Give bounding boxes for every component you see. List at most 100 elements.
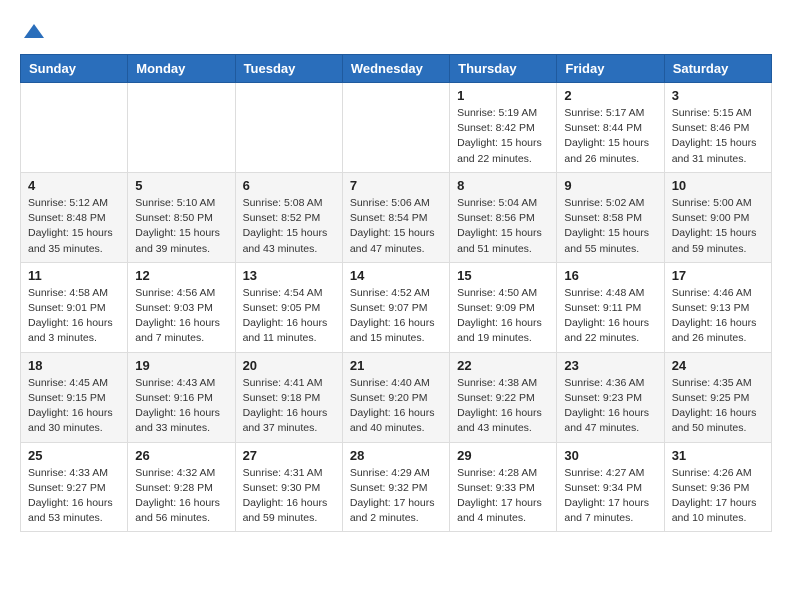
day-cell: 18 Sunrise: 4:45 AM Sunset: 9:15 PM Dayli… <box>21 352 128 442</box>
day-info: Sunrise: 5:15 AM Sunset: 8:46 PM Dayligh… <box>672 106 764 167</box>
day-cell: 21 Sunrise: 4:40 AM Sunset: 9:20 PM Dayli… <box>342 352 449 442</box>
day-cell: 3 Sunrise: 5:15 AM Sunset: 8:46 PM Daylig… <box>664 83 771 173</box>
day-number: 15 <box>457 268 549 283</box>
day-cell: 14 Sunrise: 4:52 AM Sunset: 9:07 PM Dayli… <box>342 262 449 352</box>
day-number: 13 <box>243 268 335 283</box>
day-cell: 31 Sunrise: 4:26 AM Sunset: 9:36 PM Dayli… <box>664 442 771 532</box>
day-cell: 27Sunrise: 4:31 AM Sunset: 9:30 PM Dayli… <box>235 442 342 532</box>
day-info: Sunrise: 4:46 AM Sunset: 9:13 PM Dayligh… <box>672 286 764 347</box>
day-cell: 5 Sunrise: 5:10 AM Sunset: 8:50 PM Daylig… <box>128 172 235 262</box>
day-info: Sunrise: 4:43 AM Sunset: 9:16 PM Dayligh… <box>135 376 227 437</box>
day-cell: 17 Sunrise: 4:46 AM Sunset: 9:13 PM Dayli… <box>664 262 771 352</box>
day-info: Sunrise: 4:56 AM Sunset: 9:03 PM Dayligh… <box>135 286 227 347</box>
day-number: 19 <box>135 358 227 373</box>
day-cell: 6 Sunrise: 5:08 AM Sunset: 8:52 PM Daylig… <box>235 172 342 262</box>
day-info: Sunrise: 4:45 AM Sunset: 9:15 PM Dayligh… <box>28 376 120 437</box>
day-number: 30 <box>564 448 656 463</box>
weekday-header-sunday: Sunday <box>21 55 128 83</box>
day-number: 6 <box>243 178 335 193</box>
logo-icon <box>22 20 46 44</box>
day-info: Sunrise: 4:28 AM Sunset: 9:33 PM Dayligh… <box>457 466 549 527</box>
day-info: Sunrise: 4:41 AM Sunset: 9:18 PM Dayligh… <box>243 376 335 437</box>
day-cell: 9Sunrise: 5:02 AM Sunset: 8:58 PM Daylig… <box>557 172 664 262</box>
day-info: Sunrise: 4:58 AM Sunset: 9:01 PM Dayligh… <box>28 286 120 347</box>
day-number: 31 <box>672 448 764 463</box>
day-cell <box>128 83 235 173</box>
day-cell: 19 Sunrise: 4:43 AM Sunset: 9:16 PM Dayli… <box>128 352 235 442</box>
week-row-2: 4Sunrise: 5:12 AM Sunset: 8:48 PM Daylig… <box>21 172 772 262</box>
day-number: 5 <box>135 178 227 193</box>
week-row-5: 25Sunrise: 4:33 AM Sunset: 9:27 PM Dayli… <box>21 442 772 532</box>
day-number: 28 <box>350 448 442 463</box>
day-number: 14 <box>350 268 442 283</box>
day-cell: 2Sunrise: 5:17 AM Sunset: 8:44 PM Daylig… <box>557 83 664 173</box>
day-cell: 25Sunrise: 4:33 AM Sunset: 9:27 PM Dayli… <box>21 442 128 532</box>
day-number: 23 <box>564 358 656 373</box>
day-info: Sunrise: 4:40 AM Sunset: 9:20 PM Dayligh… <box>350 376 442 437</box>
calendar-table: SundayMondayTuesdayWednesdayThursdayFrid… <box>20 54 772 532</box>
day-cell: 4Sunrise: 5:12 AM Sunset: 8:48 PM Daylig… <box>21 172 128 262</box>
day-info: Sunrise: 4:54 AM Sunset: 9:05 PM Dayligh… <box>243 286 335 347</box>
weekday-header-saturday: Saturday <box>664 55 771 83</box>
day-cell: 26 Sunrise: 4:32 AM Sunset: 9:28 PM Dayli… <box>128 442 235 532</box>
day-info: Sunrise: 4:29 AM Sunset: 9:32 PM Dayligh… <box>350 466 442 527</box>
day-number: 7 <box>350 178 442 193</box>
day-number: 26 <box>135 448 227 463</box>
day-number: 20 <box>243 358 335 373</box>
day-number: 21 <box>350 358 442 373</box>
day-cell: 23 Sunrise: 4:36 AM Sunset: 9:23 PM Dayli… <box>557 352 664 442</box>
week-row-4: 18 Sunrise: 4:45 AM Sunset: 9:15 PM Dayli… <box>21 352 772 442</box>
weekday-header-monday: Monday <box>128 55 235 83</box>
day-cell <box>342 83 449 173</box>
day-number: 9 <box>564 178 656 193</box>
day-number: 1 <box>457 88 549 103</box>
day-number: 10 <box>672 178 764 193</box>
day-cell: 24Sunrise: 4:35 AM Sunset: 9:25 PM Dayli… <box>664 352 771 442</box>
day-cell: 15Sunrise: 4:50 AM Sunset: 9:09 PM Dayli… <box>450 262 557 352</box>
day-info: Sunrise: 5:12 AM Sunset: 8:48 PM Dayligh… <box>28 196 120 257</box>
day-info: Sunrise: 5:10 AM Sunset: 8:50 PM Dayligh… <box>135 196 227 257</box>
day-info: Sunrise: 5:00 AM Sunset: 9:00 PM Dayligh… <box>672 196 764 257</box>
weekday-header-tuesday: Tuesday <box>235 55 342 83</box>
day-cell: 8Sunrise: 5:04 AM Sunset: 8:56 PM Daylig… <box>450 172 557 262</box>
day-info: Sunrise: 4:33 AM Sunset: 9:27 PM Dayligh… <box>28 466 120 527</box>
day-cell: 12 Sunrise: 4:56 AM Sunset: 9:03 PM Dayli… <box>128 262 235 352</box>
day-cell: 16 Sunrise: 4:48 AM Sunset: 9:11 PM Dayli… <box>557 262 664 352</box>
day-cell: 7 Sunrise: 5:06 AM Sunset: 8:54 PM Daylig… <box>342 172 449 262</box>
weekday-header-row: SundayMondayTuesdayWednesdayThursdayFrid… <box>21 55 772 83</box>
day-number: 8 <box>457 178 549 193</box>
day-info: Sunrise: 4:38 AM Sunset: 9:22 PM Dayligh… <box>457 376 549 437</box>
day-cell: 10 Sunrise: 5:00 AM Sunset: 9:00 PM Dayli… <box>664 172 771 262</box>
day-info: Sunrise: 4:32 AM Sunset: 9:28 PM Dayligh… <box>135 466 227 527</box>
day-number: 18 <box>28 358 120 373</box>
day-info: Sunrise: 4:35 AM Sunset: 9:25 PM Dayligh… <box>672 376 764 437</box>
logo <box>20 20 46 44</box>
day-cell: 11 Sunrise: 4:58 AM Sunset: 9:01 PM Dayli… <box>21 262 128 352</box>
day-number: 12 <box>135 268 227 283</box>
day-cell: 29 Sunrise: 4:28 AM Sunset: 9:33 PM Dayli… <box>450 442 557 532</box>
day-info: Sunrise: 4:27 AM Sunset: 9:34 PM Dayligh… <box>564 466 656 527</box>
day-number: 17 <box>672 268 764 283</box>
day-cell: 30 Sunrise: 4:27 AM Sunset: 9:34 PM Dayli… <box>557 442 664 532</box>
day-info: Sunrise: 5:17 AM Sunset: 8:44 PM Dayligh… <box>564 106 656 167</box>
day-number: 16 <box>564 268 656 283</box>
weekday-header-friday: Friday <box>557 55 664 83</box>
day-number: 29 <box>457 448 549 463</box>
weekday-header-wednesday: Wednesday <box>342 55 449 83</box>
day-cell: 20 Sunrise: 4:41 AM Sunset: 9:18 PM Dayli… <box>235 352 342 442</box>
week-row-1: 1Sunrise: 5:19 AM Sunset: 8:42 PM Daylig… <box>21 83 772 173</box>
day-info: Sunrise: 4:26 AM Sunset: 9:36 PM Dayligh… <box>672 466 764 527</box>
day-cell <box>21 83 128 173</box>
day-info: Sunrise: 4:52 AM Sunset: 9:07 PM Dayligh… <box>350 286 442 347</box>
day-number: 22 <box>457 358 549 373</box>
day-cell <box>235 83 342 173</box>
day-info: Sunrise: 4:36 AM Sunset: 9:23 PM Dayligh… <box>564 376 656 437</box>
day-info: Sunrise: 5:06 AM Sunset: 8:54 PM Dayligh… <box>350 196 442 257</box>
day-info: Sunrise: 5:08 AM Sunset: 8:52 PM Dayligh… <box>243 196 335 257</box>
day-number: 3 <box>672 88 764 103</box>
day-cell: 1Sunrise: 5:19 AM Sunset: 8:42 PM Daylig… <box>450 83 557 173</box>
day-number: 11 <box>28 268 120 283</box>
day-info: Sunrise: 4:48 AM Sunset: 9:11 PM Dayligh… <box>564 286 656 347</box>
day-info: Sunrise: 4:31 AM Sunset: 9:30 PM Dayligh… <box>243 466 335 527</box>
page-header <box>20 20 772 44</box>
